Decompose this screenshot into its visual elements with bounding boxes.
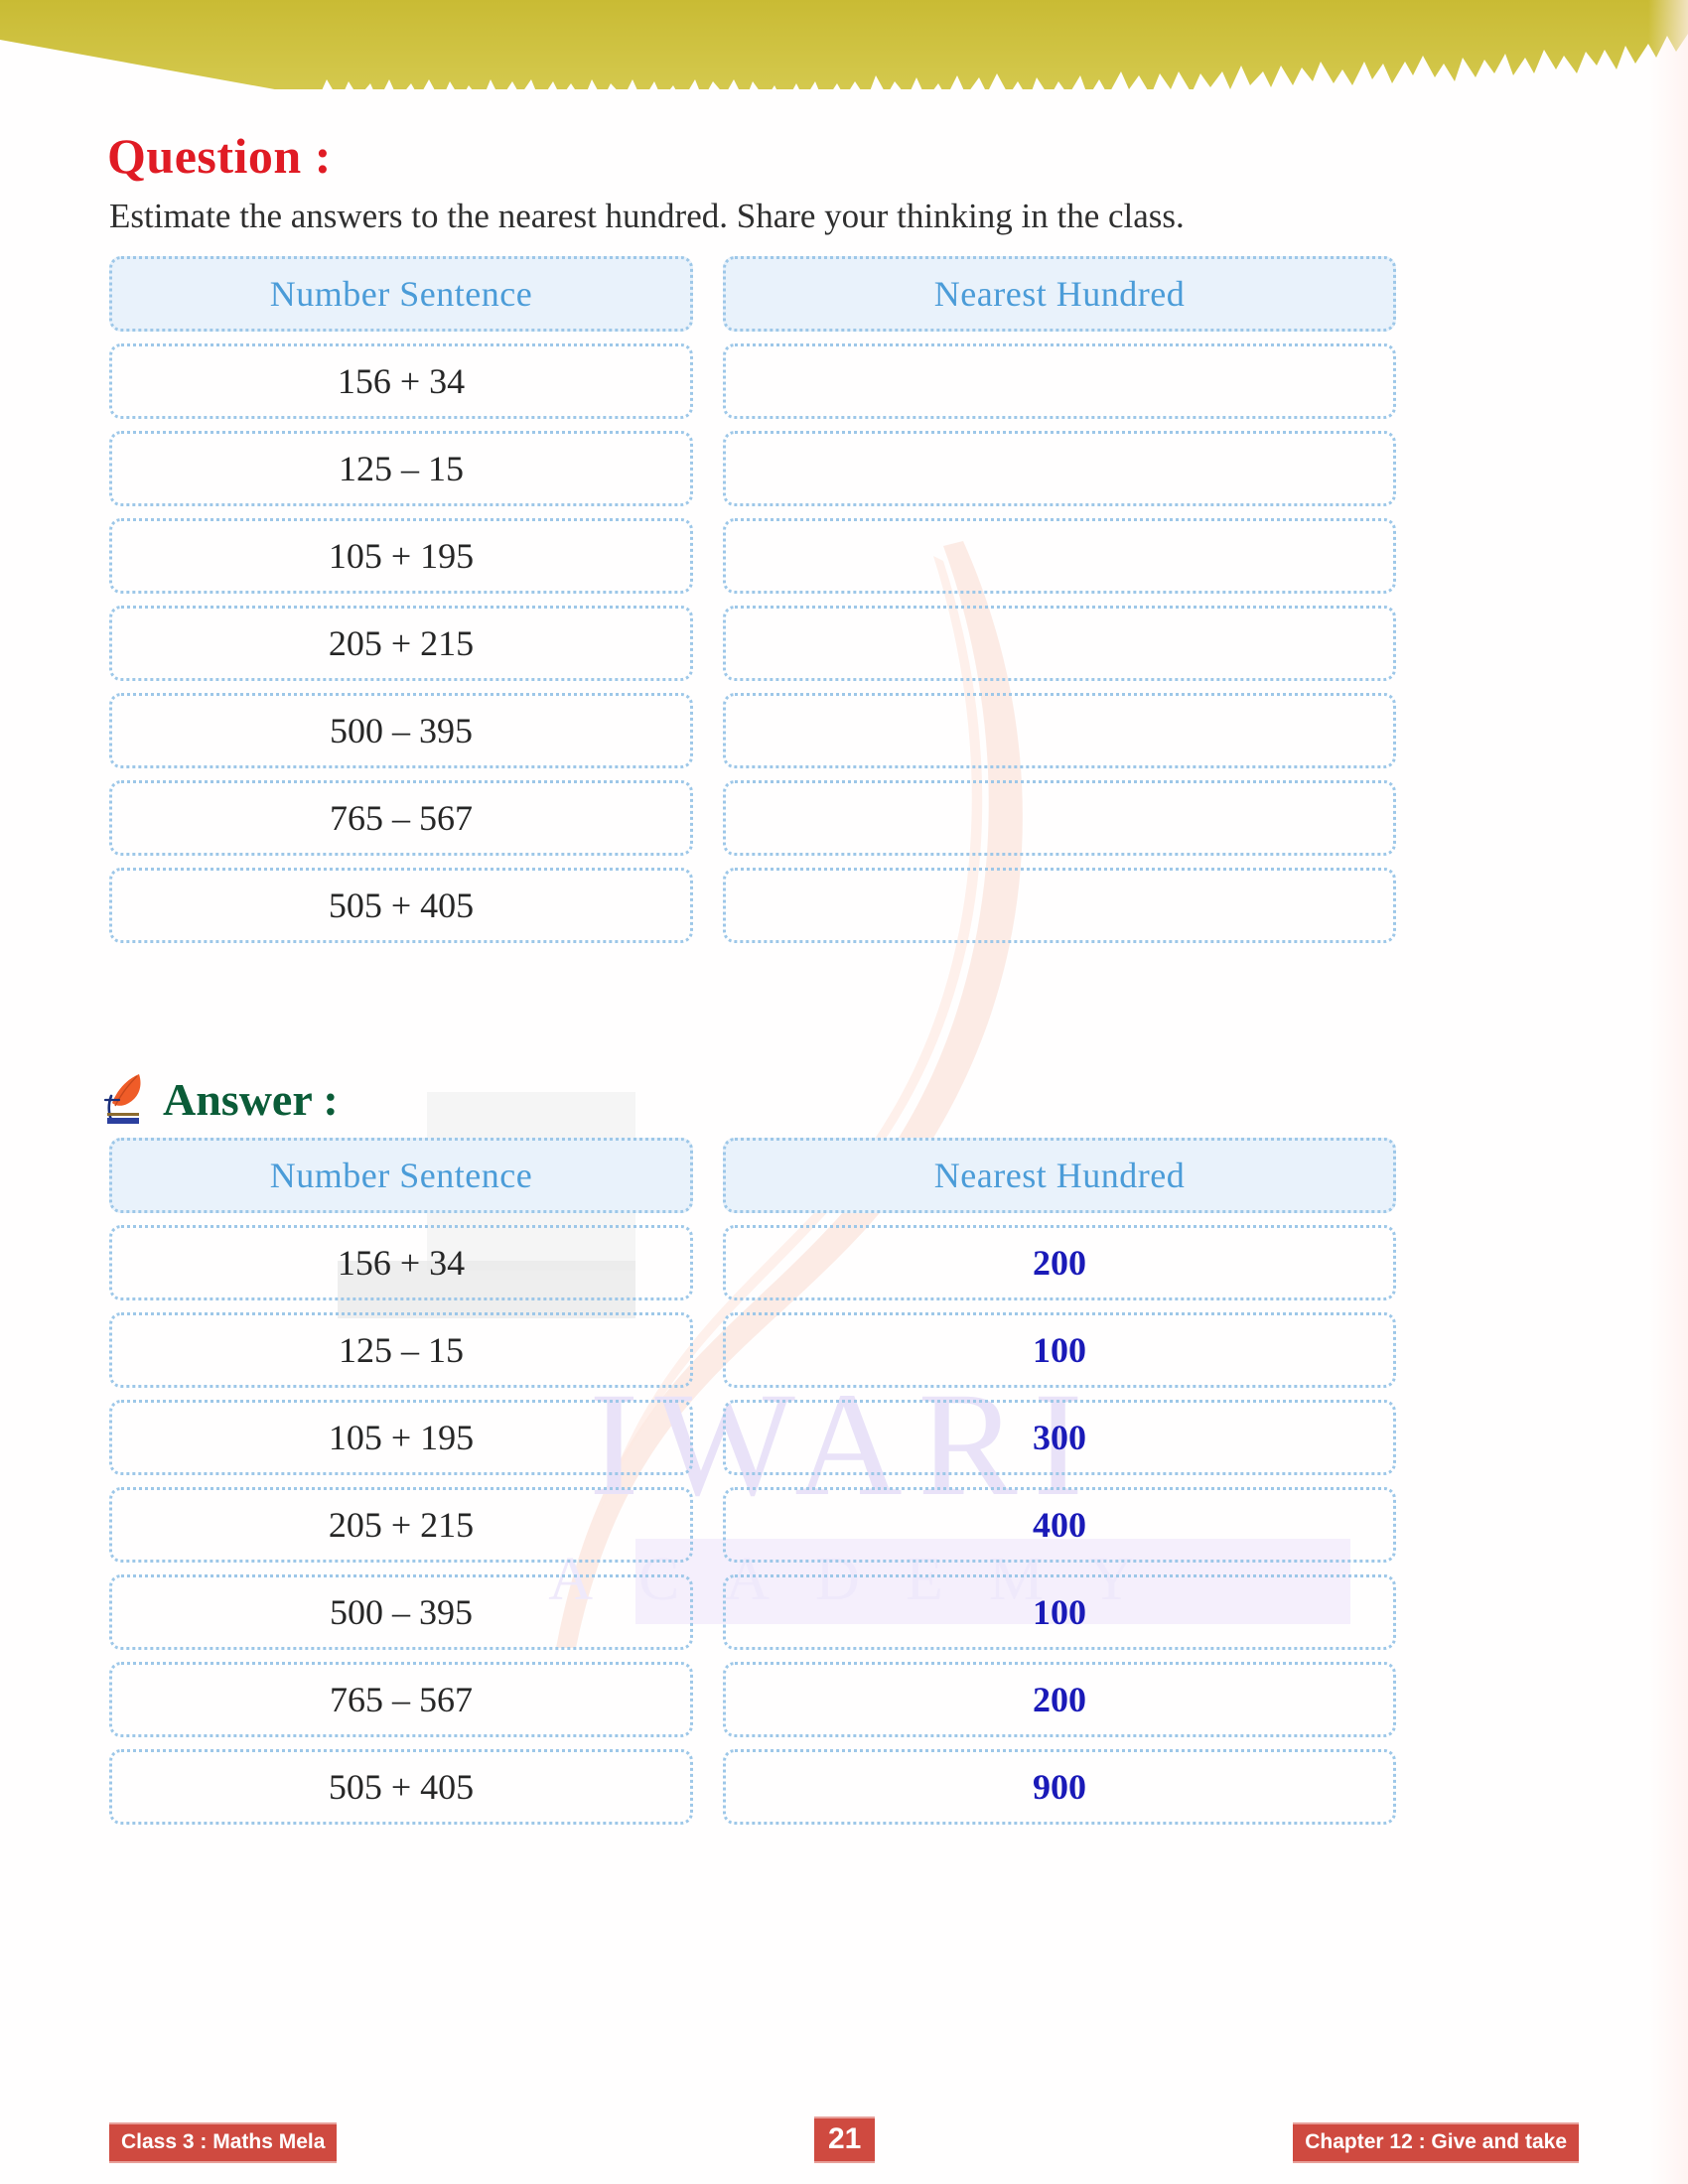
answer-value-4: 400 [723, 1487, 1396, 1563]
question-answer-blank-4[interactable] [723, 606, 1396, 681]
table-row: 505 + 405 900 [109, 1749, 1400, 1825]
answer-sentence-2: 125 – 15 [109, 1312, 693, 1388]
question-table: Number Sentence Nearest Hundred 156 + 34… [109, 256, 1400, 943]
answer-value-5: 100 [723, 1574, 1396, 1650]
table-row: 765 – 567 200 [109, 1662, 1400, 1737]
table-row: 765 – 567 [109, 780, 1400, 856]
answer-value-1: 200 [723, 1225, 1396, 1300]
answer-sentence-7: 505 + 405 [109, 1749, 693, 1825]
answer-heading: Answer : [163, 1073, 339, 1125]
table-header-row: Number Sentence Nearest Hundred [109, 1138, 1400, 1213]
top-edge-decoration [0, 0, 1688, 89]
question-sentence-5: 500 – 395 [109, 693, 693, 768]
leaf-logo-icon [103, 1074, 141, 1124]
table-row: 125 – 15 100 [109, 1312, 1400, 1388]
answer-header-number-sentence: Number Sentence [109, 1138, 693, 1213]
table-row: 156 + 34 200 [109, 1225, 1400, 1300]
answer-heading-group: Answer : [99, 1070, 339, 1128]
question-sentence-7: 505 + 405 [109, 868, 693, 943]
answer-sentence-3: 105 + 195 [109, 1400, 693, 1475]
question-sentence-2: 125 – 15 [109, 431, 693, 506]
footer-class-badge: Class 3 : Maths Mela [109, 2122, 338, 2163]
table-row: 156 + 34 [109, 343, 1400, 419]
worksheet-page: IWARI ACADEMY Question : Estimate the an… [0, 0, 1688, 2184]
table-row: 505 + 405 [109, 868, 1400, 943]
answer-value-3: 300 [723, 1400, 1396, 1475]
answer-sentence-5: 500 – 395 [109, 1574, 693, 1650]
answer-value-7: 900 [723, 1749, 1396, 1825]
answer-sentence-4: 205 + 215 [109, 1487, 693, 1563]
table-header-row: Number Sentence Nearest Hundred [109, 256, 1400, 332]
answer-value-6: 200 [723, 1662, 1396, 1737]
table-row: 125 – 15 [109, 431, 1400, 506]
header-nearest-hundred: Nearest Hundred [723, 256, 1396, 332]
question-sentence-1: 156 + 34 [109, 343, 693, 419]
page-footer: Class 3 : Maths Mela 21 Chapter 12 : Giv… [0, 2116, 1688, 2172]
table-row: 205 + 215 [109, 606, 1400, 681]
question-sentence-6: 765 – 567 [109, 780, 693, 856]
question-answer-blank-2[interactable] [723, 431, 1396, 506]
question-answer-blank-7[interactable] [723, 868, 1396, 943]
question-sentence-4: 205 + 215 [109, 606, 693, 681]
question-heading: Question : [107, 128, 332, 184]
question-sentence-3: 105 + 195 [109, 518, 693, 594]
answer-value-2: 100 [723, 1312, 1396, 1388]
question-answer-blank-1[interactable] [723, 343, 1396, 419]
table-row: 500 – 395 100 [109, 1574, 1400, 1650]
answer-sentence-6: 765 – 567 [109, 1662, 693, 1737]
answer-header-nearest-hundred: Nearest Hundred [723, 1138, 1396, 1213]
question-answer-blank-6[interactable] [723, 780, 1396, 856]
header-number-sentence: Number Sentence [109, 256, 693, 332]
question-instruction: Estimate the answers to the nearest hund… [109, 197, 1185, 235]
question-answer-blank-3[interactable] [723, 518, 1396, 594]
table-row: 105 + 195 [109, 518, 1400, 594]
answer-table: Number Sentence Nearest Hundred 156 + 34… [109, 1138, 1400, 1825]
answer-sentence-1: 156 + 34 [109, 1225, 693, 1300]
question-answer-blank-5[interactable] [723, 693, 1396, 768]
table-row: 105 + 195 300 [109, 1400, 1400, 1475]
footer-page-number: 21 [814, 2116, 876, 2163]
table-row: 205 + 215 400 [109, 1487, 1400, 1563]
footer-chapter-badge: Chapter 12 : Give and take [1293, 2122, 1579, 2163]
table-row: 500 – 395 [109, 693, 1400, 768]
